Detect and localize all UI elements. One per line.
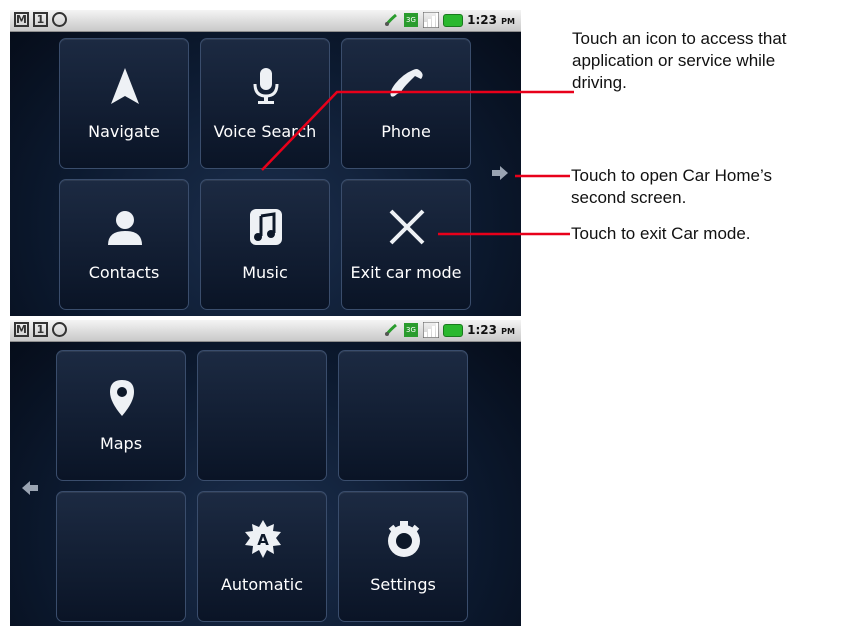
callout-second-screen: Touch to open Car Home’s second screen. (571, 165, 772, 209)
callout-apps-line1: Touch an icon to access that (572, 29, 787, 48)
callout-second-screen-line2: second screen. (571, 188, 687, 207)
callout-exit: Touch to exit Car mode. (571, 224, 751, 243)
callout-line-apps (261, 90, 574, 171)
callout-apps-line3: driving. (572, 73, 627, 92)
callout-apps-line2: application or service while (572, 51, 776, 70)
callout-second-screen-line1: Touch to open Car Home’s (571, 166, 772, 185)
callout-apps: Touch an icon to access that application… (572, 28, 787, 94)
callout-lines (261, 90, 574, 236)
